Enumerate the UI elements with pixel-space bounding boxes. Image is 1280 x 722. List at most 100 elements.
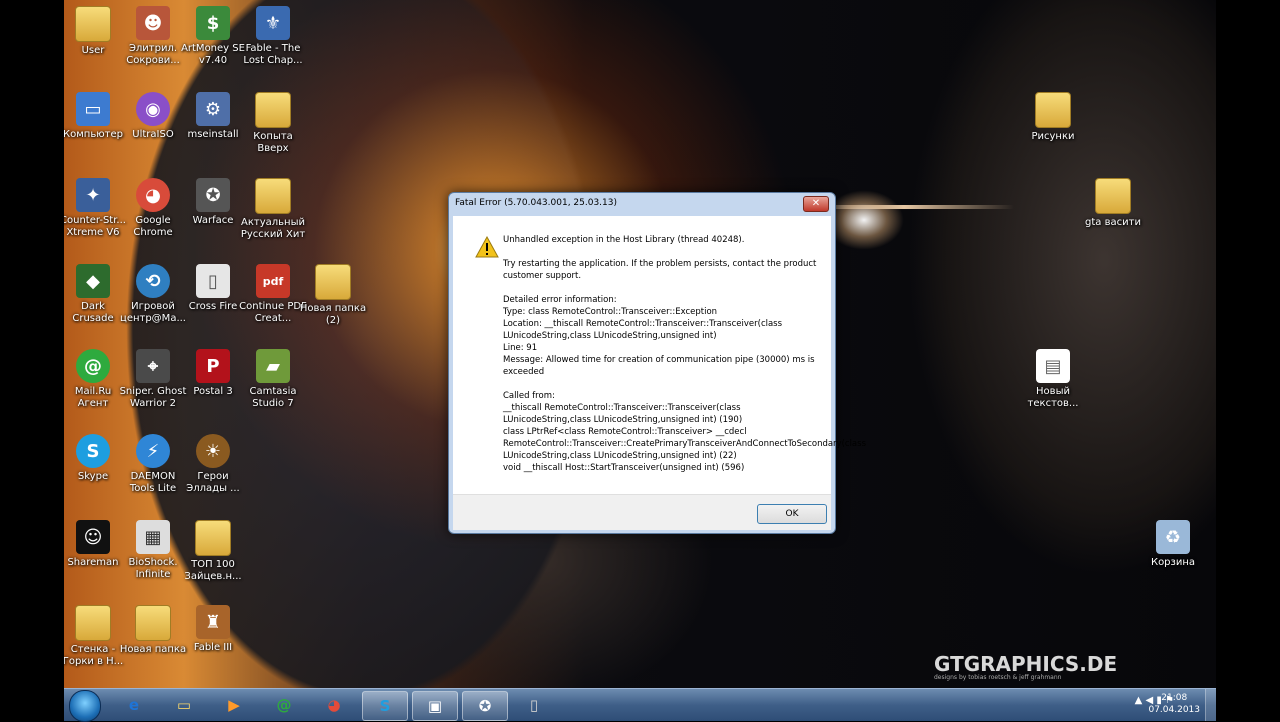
skype-icon: S [76, 434, 110, 468]
taskbar-blank-window[interactable]: ▯ [512, 691, 556, 719]
desktop-icon-artmoney[interactable]: $ ArtMoney SE v7.40 [179, 6, 247, 67]
disc-icon: ◉ [136, 92, 170, 126]
start-button[interactable] [69, 690, 101, 722]
watermark-brand: GTGRAPHICS.DE [934, 652, 1118, 676]
elitril-game-icon: ☻ [136, 6, 170, 40]
sun-emblem-icon: ☀ [196, 434, 230, 468]
taskbar-camera-app[interactable]: ▣ [412, 691, 458, 721]
castle-icon: ♜ [196, 605, 230, 639]
error-details: Detailed error information: Type: class … [503, 295, 815, 377]
desktop-icon-game-center[interactable]: ⟲ Игровой центр@Ma... [119, 264, 187, 325]
money-icon: $ [196, 6, 230, 40]
desktop-icon-pictures[interactable]: Рисунки [1019, 92, 1087, 143]
desktop-icon-ultraiso[interactable]: ◉ UltraISO [119, 92, 187, 141]
desktop-icon-daemon-tools[interactable]: ⚡ DAEMON Tools Lite [119, 434, 187, 495]
desktop-icon-computer[interactable]: ▭ Компьютер [64, 92, 127, 141]
recycle-bin-icon: ♻ [1156, 520, 1190, 554]
folder-icon [315, 264, 351, 300]
chrome-icon: ◕ [136, 178, 170, 212]
mail-agent-icon: @ [276, 696, 292, 714]
taskbar-explorer[interactable]: ▭ [162, 691, 206, 719]
desktop-icon-elitril[interactable]: ☻ Элитрил. Сокрови... [119, 6, 187, 67]
desktop-icon-kopyta-folder[interactable]: Копыта Вверх [239, 92, 307, 155]
desktop-icon-fable-3[interactable]: ♜ Fable III [179, 605, 247, 654]
clock-time: 21:08 [1161, 693, 1188, 703]
mail-agent-icon: @ [76, 349, 110, 383]
folder-icon [75, 6, 111, 42]
desktop-icon-shareman[interactable]: ☺ Shareman [64, 520, 127, 569]
desktop-icon-user[interactable]: User [64, 6, 127, 57]
taskbar-chrome[interactable]: ◕ [312, 691, 356, 719]
desktop-icon-mailru-agent[interactable]: @ Mail.Ru Агент [64, 349, 127, 410]
desktop-icon-aktualny-folder[interactable]: Актуальный Русский Хит [239, 178, 307, 241]
light-flare [824, 190, 904, 250]
right-letterbox [1216, 0, 1280, 720]
desktop-icon-counter-strike[interactable]: ✦ Counter-Str... Xtreme V6 [64, 178, 127, 239]
dialog-footer: OK [453, 494, 831, 530]
desktop-icon-heroes-hellas[interactable]: ☀ Герои Эллады ... [179, 434, 247, 495]
taskbar-media-player[interactable]: ▶ [212, 691, 256, 719]
document-icon: ▦ [136, 520, 170, 554]
fable-icon: ⚜ [256, 6, 290, 40]
folder-icon [1035, 92, 1071, 128]
taskbar-ie[interactable]: e [112, 691, 156, 719]
desktop-icon-google-chrome[interactable]: ◕ Google Chrome [119, 178, 187, 239]
warface-icon: ✪ [478, 697, 492, 715]
error-message: Unhandled exception in the Host Library … [503, 234, 866, 486]
warning-icon [475, 236, 499, 258]
desktop-icon-recycle-bin[interactable]: ♻ Корзина [1139, 520, 1207, 569]
blank-window-icon: ▯ [529, 696, 539, 714]
desktop-icon-mseinstall[interactable]: ⚙ mseinstall [179, 92, 247, 141]
close-button[interactable]: ✕ [803, 196, 829, 212]
taskbar-clock[interactable]: 21:08 07.04.2013 [1148, 692, 1200, 716]
skype-icon: S [379, 697, 391, 715]
desktop-icon-skype[interactable]: S Skype [64, 434, 127, 483]
taskbar: e ▭ ▶ @ ◕ S ▣ ✪ ▯ ▲ ◀ ▮ ⚑ 21:08 07.04.20… [64, 688, 1216, 722]
taskbar-mail-agent[interactable]: @ [262, 691, 306, 719]
desktop-icon-cross-fire[interactable]: ▯ Cross Fire [179, 264, 247, 313]
error-summary: Unhandled exception in the Host Library … [503, 235, 745, 245]
close-icon: ✕ [811, 198, 821, 209]
warface-icon: ✪ [196, 178, 230, 212]
desktop-icon-warface[interactable]: ✪ Warface [179, 178, 247, 227]
blank-file-icon: ▯ [196, 264, 230, 298]
media-player-icon: ▶ [228, 696, 240, 714]
folder-icon [255, 92, 291, 128]
camtasia-icon: ▰ [256, 349, 290, 383]
folder-icon [135, 605, 171, 641]
fatal-error-dialog: Fatal Error (5.70.043.001, 25.03.13) ✕ U… [448, 192, 866, 534]
chrome-icon: ◕ [327, 696, 341, 714]
postal-icon: P [196, 349, 230, 383]
desktop-icon-postal-3[interactable]: P Postal 3 [179, 349, 247, 398]
desktop-icon-dark-crusade[interactable]: ◆ Dark Crusade [64, 264, 127, 325]
ie-icon: e [128, 696, 140, 714]
sniper-icon: ⌖ [136, 349, 170, 383]
desktop-icon-fable-lost-chapters[interactable]: ⚜ Fable - The Lost Chap... [239, 6, 307, 67]
ok-button[interactable]: OK [757, 504, 827, 524]
computer-icon: ▭ [76, 92, 110, 126]
dialog-titlebar[interactable]: Fatal Error (5.70.043.001, 25.03.13) ✕ [449, 193, 835, 215]
pdf-icon: pdf [256, 264, 290, 298]
error-advice: Try restarting the application. If the p… [503, 259, 817, 281]
counter-strike-icon: ✦ [76, 178, 110, 212]
dialog-title: Fatal Error (5.70.043.001, 25.03.13) [455, 198, 618, 208]
desktop-icon-new-folder-2[interactable]: Новая папка (2) [299, 264, 367, 327]
desktop-icon-camtasia[interactable]: ▰ Camtasia Studio 7 [239, 349, 307, 410]
show-desktop-button[interactable] [1205, 689, 1216, 721]
desktop-icon-top100-folder[interactable]: ТОП 100 Зайцев.н... [179, 520, 247, 583]
camera-icon: ▣ [427, 697, 443, 715]
taskbar-warface[interactable]: ✪ [462, 691, 508, 721]
clock-date: 07.04.2013 [1148, 705, 1200, 715]
shareman-icon: ☺ [76, 520, 110, 554]
installer-icon: ⚙ [196, 92, 230, 126]
text-file-icon: ▤ [1036, 349, 1070, 383]
explorer-icon: ▭ [176, 696, 192, 714]
desktop-icon-new-folder[interactable]: Новая папка [119, 605, 187, 656]
desktop-icon-pdf-creator[interactable]: pdf Continue PDF Creat... [239, 264, 307, 325]
desktop-icon-sniper-ghost-warrior[interactable]: ⌖ Sniper. Ghost Warrior 2 [119, 349, 187, 410]
desktop-icon-gta-vasiti[interactable]: gta васити [1079, 178, 1147, 229]
desktop-icon-new-text-doc[interactable]: ▤ Новый текстов... [1019, 349, 1087, 410]
desktop-icon-stenka-folder[interactable]: Стенка - Горки в Н... [64, 605, 127, 668]
taskbar-skype[interactable]: S [362, 691, 408, 721]
desktop-icon-bioshock[interactable]: ▦ BioShock. Infinite [119, 520, 187, 581]
